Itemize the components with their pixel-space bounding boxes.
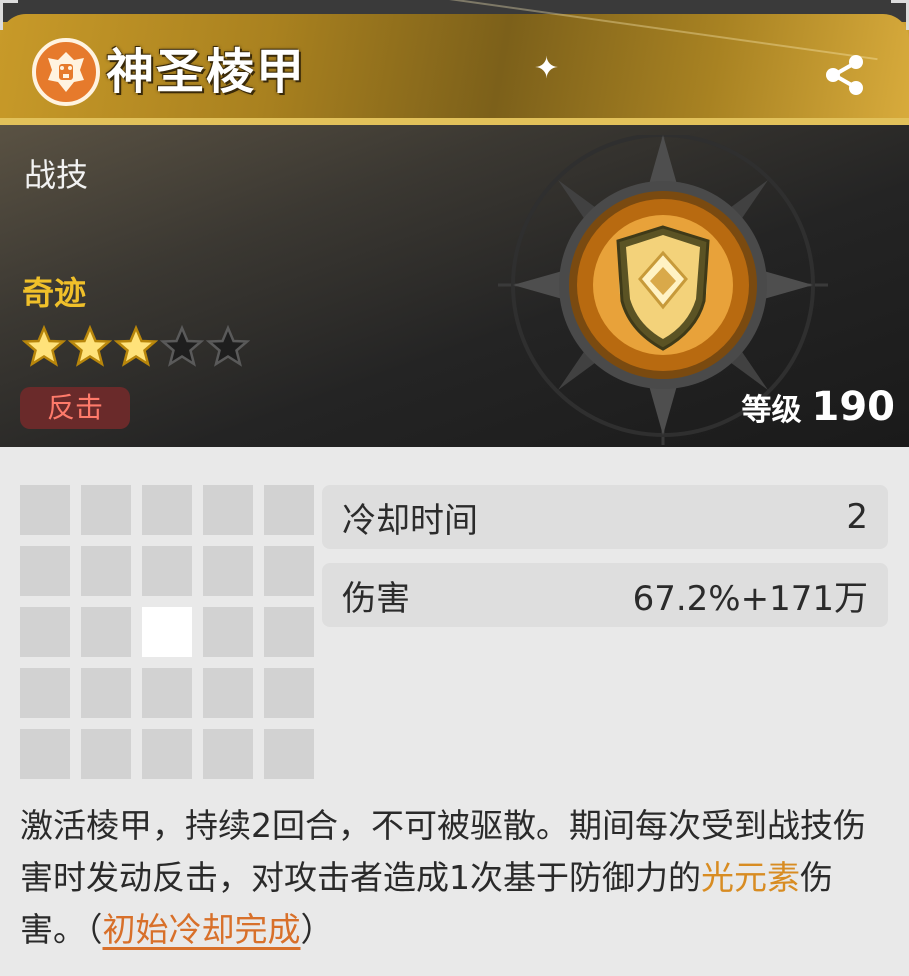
skill-hero-panel: 战技 奇迹 反击 等级 190 xyxy=(0,125,909,447)
skill-tag-badge: 反击 xyxy=(20,387,130,429)
skill-type: 战技 xyxy=(24,156,89,194)
range-cell xyxy=(142,668,192,718)
star-rating xyxy=(22,325,250,369)
header-stripe xyxy=(0,118,909,125)
stat-value: 67.2%+171万 xyxy=(632,578,868,619)
lion-emblem-icon xyxy=(32,38,100,106)
skill-header: 神圣棱甲 ✦ xyxy=(0,0,909,125)
element-keyword: 光元素 xyxy=(701,858,800,897)
skill-description: 激活棱甲，持续2回合，不可被驱散。期间每次受到战技伤害时发动反击，对攻击者造成1… xyxy=(20,800,895,956)
stat-value: 2 xyxy=(846,497,868,537)
share-icon xyxy=(826,55,863,95)
range-cell xyxy=(81,546,131,596)
level-label: 等级 xyxy=(741,393,802,428)
range-cell xyxy=(203,546,253,596)
range-cell xyxy=(203,485,253,535)
range-cell xyxy=(142,729,192,779)
corner-bracket-left xyxy=(0,0,18,30)
range-cell xyxy=(20,668,70,718)
star-filled-icon xyxy=(114,325,158,367)
range-cell xyxy=(20,729,70,779)
sparkle-icon: ✦ xyxy=(534,51,560,86)
cooldown-condition-link[interactable]: 初始冷却完成 xyxy=(103,910,301,949)
level-value: 190 xyxy=(811,384,896,430)
range-cell xyxy=(264,607,314,657)
star-empty-icon xyxy=(206,325,250,367)
range-cell xyxy=(20,546,70,596)
range-cell xyxy=(142,485,192,535)
range-cell xyxy=(264,668,314,718)
range-cell-active xyxy=(142,607,192,657)
stat-row-damage: 伤害 67.2%+171万 xyxy=(322,563,888,627)
description-text: ） xyxy=(300,910,334,949)
stat-label: 伤害 xyxy=(342,578,410,619)
range-cell xyxy=(81,607,131,657)
range-cell xyxy=(203,729,253,779)
stat-row-cooldown: 冷却时间 2 xyxy=(322,485,888,549)
skill-rarity: 奇迹 xyxy=(22,274,87,312)
range-grid xyxy=(20,485,314,779)
star-filled-icon xyxy=(22,325,66,367)
range-cell xyxy=(81,729,131,779)
star-filled-icon xyxy=(68,325,112,367)
range-cell xyxy=(264,485,314,535)
skill-level: 等级 190 xyxy=(742,381,896,437)
range-cell xyxy=(203,607,253,657)
share-button[interactable] xyxy=(822,52,868,98)
corner-bracket-right xyxy=(891,0,909,30)
stat-label: 冷却时间 xyxy=(342,500,478,541)
skill-detail-card: 神圣棱甲 ✦ 战技 奇迹 反击 等级 190 冷却时间 2 伤害 67.2%+1… xyxy=(0,0,909,976)
star-empty-icon xyxy=(160,325,204,367)
range-cell xyxy=(264,546,314,596)
range-cell xyxy=(264,729,314,779)
skill-name: 神圣棱甲 xyxy=(106,44,307,100)
range-cell xyxy=(20,607,70,657)
range-cell xyxy=(20,485,70,535)
range-cell xyxy=(81,668,131,718)
range-cell xyxy=(203,668,253,718)
range-cell xyxy=(81,485,131,535)
range-cell xyxy=(142,546,192,596)
